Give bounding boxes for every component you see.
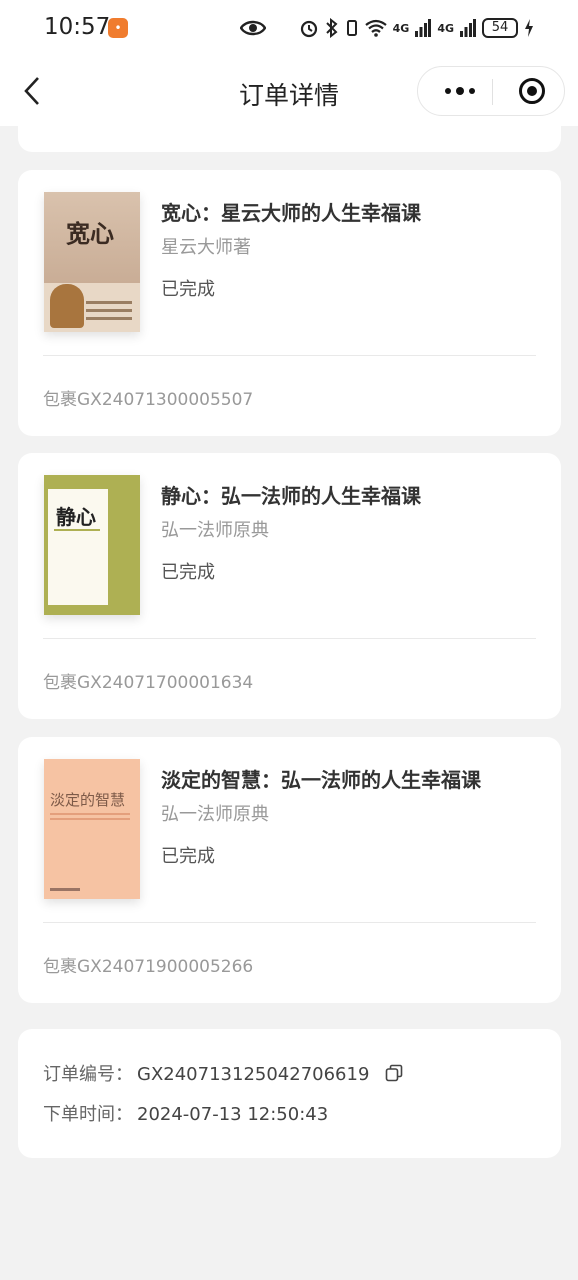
eye-icon xyxy=(239,18,267,42)
signal-4g-1-label: 4G xyxy=(392,21,410,35)
book-order-card[interactable]: 淡定的智慧 淡定的智慧：弘一法师的人生幸福课 弘一法师原典 已完成 包裹GX24… xyxy=(18,737,561,1003)
book-cover-image[interactable]: 淡定的智慧 xyxy=(44,759,140,899)
book-title[interactable]: 静心：弘一法师的人生幸福课 xyxy=(161,480,421,509)
status-bar: 10:57 • 4G 4G 54 xyxy=(0,0,578,56)
status-time: 10:57 xyxy=(44,14,111,40)
book-cover-image[interactable]: 静心 xyxy=(44,475,140,615)
more-button[interactable] xyxy=(432,67,488,115)
more-dots-icon xyxy=(445,87,475,95)
book-author: 弘一法师原典 xyxy=(161,520,269,541)
package-number: 包裹GX24071700001634 xyxy=(43,673,254,693)
cover-subtitle-line xyxy=(50,813,130,815)
copy-icon xyxy=(385,1064,403,1081)
charging-icon xyxy=(525,19,533,37)
book-order-card[interactable]: 宽心 宽心：星云大师的人生幸福课 星云大师著 已完成 包裹GX240713000… xyxy=(18,170,561,436)
book-author: 星云大师著 xyxy=(161,237,251,258)
book-order-card[interactable]: 静心 静心：弘一法师的人生幸福课 弘一法师原典 已完成 包裹GX24071700… xyxy=(18,453,561,719)
order-time-label: 下单时间： xyxy=(43,1104,133,1125)
cover-title: 宽心 xyxy=(66,219,114,248)
copy-button[interactable] xyxy=(385,1064,403,1087)
order-status: 已完成 xyxy=(161,846,215,867)
book-title[interactable]: 淡定的智慧：弘一法师的人生幸福课 xyxy=(161,764,481,793)
cover-subtitle-line xyxy=(54,529,100,531)
previous-card-bottom xyxy=(18,126,561,152)
alarm-icon xyxy=(300,20,317,38)
book-title[interactable]: 宽心：星云大师的人生幸福课 xyxy=(161,197,421,226)
package-number: 包裹GX24071300005507 xyxy=(43,390,254,410)
signal-2-icon xyxy=(460,19,476,37)
battery-indicator: 54 xyxy=(482,18,518,38)
target-circle-icon xyxy=(519,78,545,104)
card-divider xyxy=(43,922,536,923)
close-mini-program-button[interactable] xyxy=(510,67,554,115)
order-info-card: 订单编号： GX240713125042706619 下单时间： 2024-07-1… xyxy=(18,1029,561,1158)
signal-4g-2-label: 4G xyxy=(437,21,454,35)
cover-publisher-mark xyxy=(50,888,80,891)
order-time-row: 下单时间： 2024-07-13 12:50:43 xyxy=(43,1100,328,1126)
order-number-label: 订单编号： xyxy=(43,1064,133,1085)
cover-text-lines xyxy=(86,317,132,320)
package-number: 包裹GX24071900005266 xyxy=(43,957,254,977)
card-divider xyxy=(43,355,536,356)
cover-figure xyxy=(50,284,84,328)
vibrate-icon xyxy=(346,20,357,36)
order-status: 已完成 xyxy=(161,279,215,300)
signal-1-icon xyxy=(415,19,432,37)
mini-program-capsule xyxy=(417,66,565,116)
cover-title: 淡定的智慧 xyxy=(50,791,126,809)
book-cover-image[interactable]: 宽心 xyxy=(44,192,140,332)
capsule-divider xyxy=(492,79,493,105)
nav-bar: 订单详情 xyxy=(0,56,578,126)
cover-title: 静心 xyxy=(56,505,96,529)
book-author: 弘一法师原典 xyxy=(161,804,269,825)
card-divider xyxy=(43,638,536,639)
app-notification-icon: • xyxy=(108,18,128,38)
order-number-value: GX240713125042706619 xyxy=(137,1064,370,1085)
wifi-icon xyxy=(364,19,387,37)
order-status: 已完成 xyxy=(161,562,215,583)
status-icons: 4G 4G 54 xyxy=(299,15,534,41)
order-number-row: 订单编号： GX240713125042706619 xyxy=(43,1060,403,1087)
order-time-value: 2024-07-13 12:50:43 xyxy=(137,1104,329,1125)
bluetooth-icon xyxy=(325,18,338,38)
